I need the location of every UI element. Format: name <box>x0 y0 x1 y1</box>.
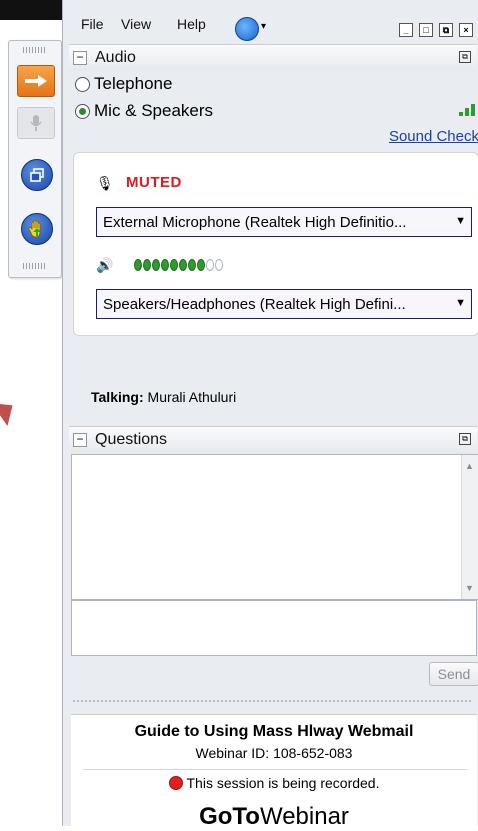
telephone-option[interactable]: Telephone <box>75 74 172 94</box>
talking-label: Talking: <box>91 389 144 405</box>
questions-section-header[interactable]: − Questions ⧉ <box>69 426 477 453</box>
level-dot <box>134 259 142 271</box>
level-dot <box>188 259 196 271</box>
toolbar-grip-bottom[interactable] <box>23 263 47 269</box>
collapse-questions-icon[interactable]: − <box>73 433 87 447</box>
questions-popout-icon[interactable]: ⧉ <box>459 433 471 445</box>
question-input[interactable] <box>71 600 477 656</box>
audio-popout-icon[interactable]: ⧉ <box>459 51 471 63</box>
mic-speakers-label: Mic & Speakers <box>94 101 214 120</box>
speaker-level-meter <box>134 259 223 271</box>
caret-down-icon[interactable]: ▾ <box>261 21 266 32</box>
level-dot <box>206 259 214 271</box>
questions-title: Questions <box>95 431 168 448</box>
mic-toggle-button[interactable] <box>17 107 55 139</box>
close-button[interactable]: × <box>459 23 473 37</box>
divider <box>83 769 467 770</box>
mic-status: MUTED <box>126 174 182 191</box>
talking-name: Murali Athuluri <box>147 389 237 405</box>
scroll-up-icon[interactable]: ▲ <box>465 461 474 471</box>
popout-window-button[interactable] <box>21 159 53 191</box>
send-button[interactable]: Send <box>429 662 478 686</box>
microphone-muted-icon[interactable]: 🎙 <box>96 175 114 192</box>
globe-icon[interactable] <box>235 17 259 41</box>
microphone-select-value: External Microphone (Realtek High Defini… <box>103 214 407 231</box>
level-dot <box>170 259 178 271</box>
control-toolbar <box>8 40 62 278</box>
panel-separator[interactable] <box>73 700 473 702</box>
audio-title: Audio <box>95 49 136 66</box>
audio-section-header[interactable]: − Audio ⧉ <box>69 44 477 71</box>
telephone-radio[interactable] <box>75 76 90 92</box>
microphone-icon <box>30 115 42 131</box>
raise-hand-icon <box>28 219 41 238</box>
questions-log[interactable]: ▲ ▼ <box>71 454 478 600</box>
level-dot <box>215 259 223 271</box>
dropdown-arrow-icon: ▼ <box>455 297 466 309</box>
recording-text: This session is being recorded. <box>186 775 380 791</box>
show-hide-panel-button[interactable] <box>17 65 55 97</box>
raise-hand-button[interactable] <box>21 213 53 245</box>
speaker-icon: 🔊 <box>96 257 114 273</box>
sound-check-link[interactable]: Sound Check <box>389 128 478 145</box>
level-dot <box>143 259 151 271</box>
pointer-arrow <box>0 393 21 427</box>
toolbar-grip-top[interactable] <box>23 47 47 53</box>
top-window-strip <box>0 0 68 20</box>
mic-speakers-radio[interactable] <box>75 103 90 119</box>
telephone-label: Telephone <box>94 74 173 93</box>
level-dot <box>152 259 160 271</box>
minimize-button[interactable]: _ <box>399 23 413 37</box>
webinar-title: Guide to Using Mass Hlway Webmail <box>134 723 414 740</box>
menu-bar: File View Help ▾ _ □ ⧉ × <box>63 8 478 41</box>
menu-file[interactable]: File <box>81 16 104 32</box>
menu-help[interactable]: Help <box>177 16 206 32</box>
talking-indicator: Talking: Murali Athuluri <box>91 389 236 405</box>
restore-button[interactable]: □ <box>419 23 433 37</box>
questions-scrollbar[interactable]: ▲ ▼ <box>461 455 478 599</box>
speaker-select[interactable]: Speakers/Headphones (Realtek High Defini… <box>96 289 472 319</box>
arrow-right-icon <box>25 75 47 87</box>
dropdown-arrow-icon: ▼ <box>455 215 466 227</box>
scroll-down-icon[interactable]: ▼ <box>465 583 474 593</box>
level-dot <box>197 259 205 271</box>
signal-strength-icon <box>459 104 475 116</box>
speaker-select-value: Speakers/Headphones (Realtek High Defini… <box>103 296 406 313</box>
audio-device-box: 🎙 MUTED External Microphone (Realtek Hig… <box>73 152 478 336</box>
microphone-select[interactable]: External Microphone (Realtek High Defini… <box>96 207 472 237</box>
recording-icon <box>168 776 183 790</box>
menu-view[interactable]: View <box>121 16 151 32</box>
webinar-info: Guide to Using Mass Hlway Webmail Webina… <box>71 714 477 830</box>
recording-notice: This session is being recorded. <box>71 775 477 791</box>
window-restore-icon <box>30 168 44 182</box>
gotowebinar-logo: GoToWebinar <box>71 803 477 831</box>
webinar-id: Webinar ID: 108-652-083 <box>195 745 353 761</box>
collapse-audio-icon[interactable]: − <box>73 51 87 65</box>
mic-speakers-option[interactable]: Mic & Speakers <box>75 101 213 121</box>
level-dot <box>179 259 187 271</box>
control-panel: File View Help ▾ _ □ ⧉ × − Audio ⧉ Telep… <box>62 0 478 830</box>
popout-button[interactable]: ⧉ <box>439 23 453 37</box>
level-dot <box>161 259 169 271</box>
